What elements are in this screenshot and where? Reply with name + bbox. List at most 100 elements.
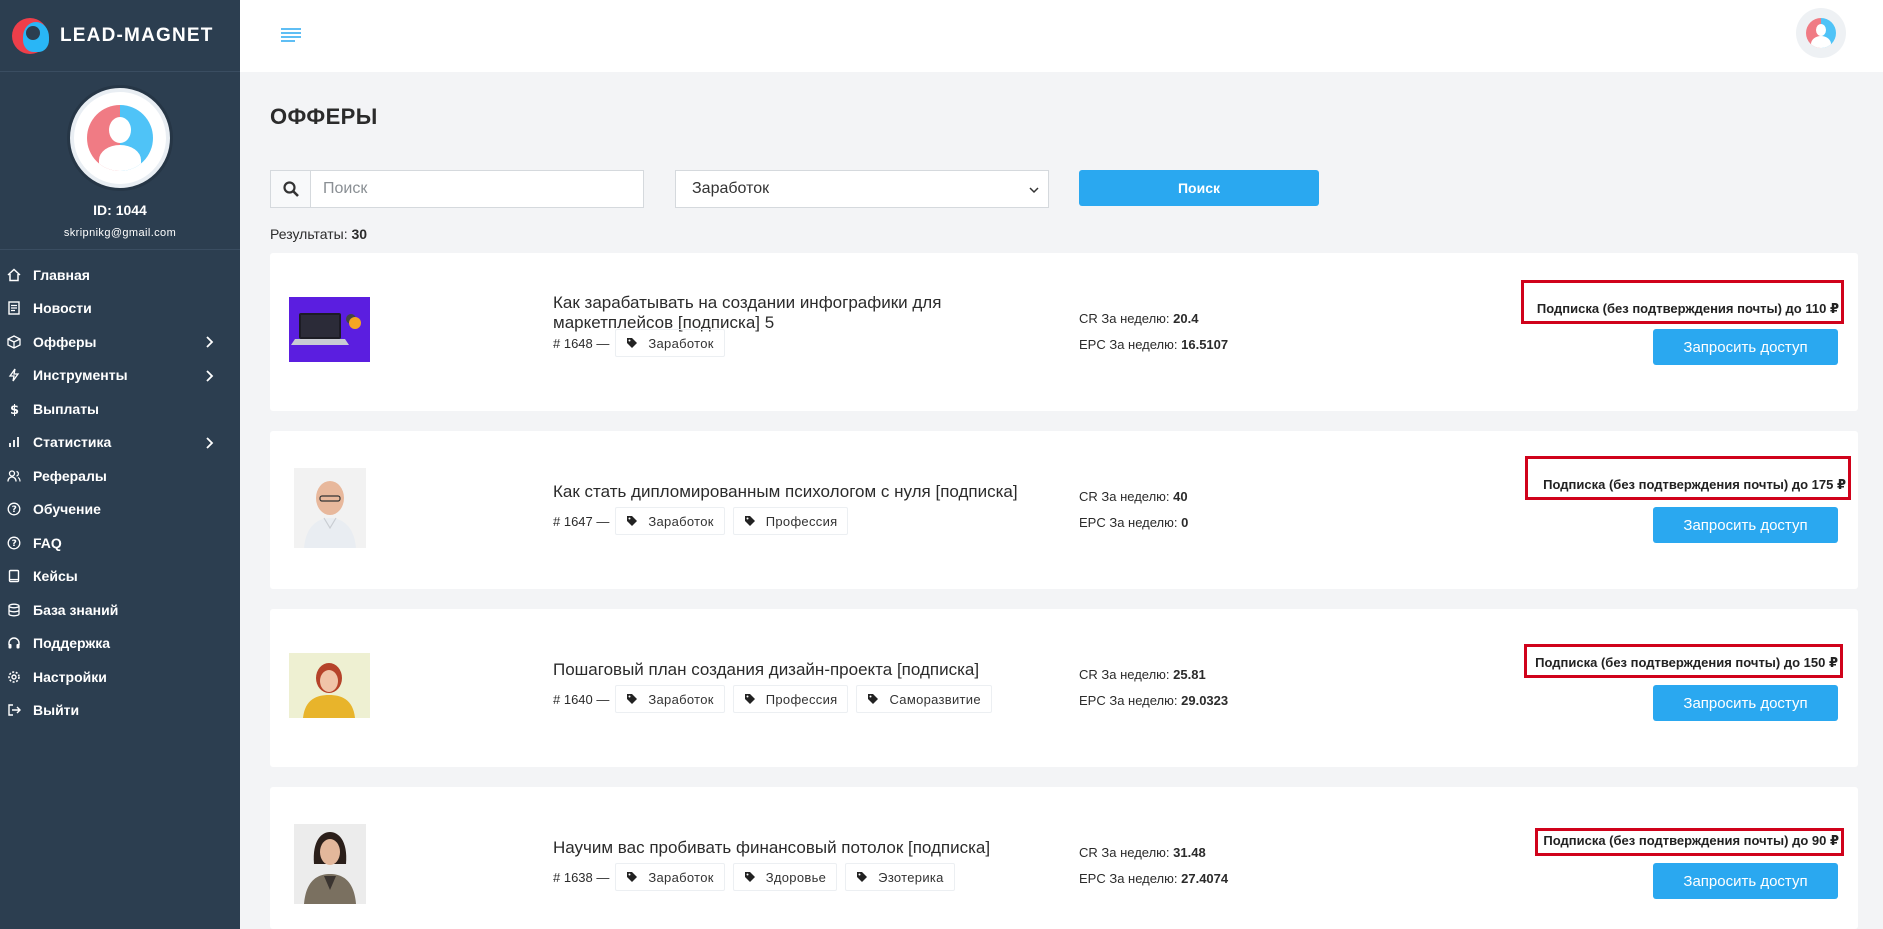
sidebar-item-statistics[interactable]: Статистика: [0, 426, 240, 460]
sidebar-item-label: Инструменты: [33, 367, 128, 384]
sidebar-item-faq[interactable]: ? FAQ: [0, 526, 240, 560]
offer-thumbnail[interactable]: [289, 653, 370, 718]
database-icon: [6, 602, 22, 618]
tag-icon: [744, 516, 755, 526]
user-menu-avatar[interactable]: [1796, 8, 1846, 58]
sidebar-item-referrals[interactable]: Рефералы: [0, 459, 240, 493]
offer-thumbnail[interactable]: [294, 824, 366, 904]
sidebar-item-offers[interactable]: Офферы: [0, 325, 240, 359]
request-access-button[interactable]: Запросить доступ: [1653, 685, 1838, 721]
sidebar-item-payouts[interactable]: $ Выплаты: [0, 392, 240, 426]
offer-number: # 1640 —: [553, 691, 610, 707]
epc-value: 16.5107: [1181, 337, 1229, 352]
offer-tag[interactable]: Профессия: [732, 507, 849, 535]
tag-icon: [627, 872, 638, 882]
user-avatar-icon: [1806, 18, 1836, 48]
sidebar-item-label: Выплаты: [33, 400, 100, 417]
offer-title[interactable]: Научим вас пробивать финансовый потолок …: [553, 838, 1073, 858]
results-count: Результаты: 30: [270, 226, 367, 242]
results-number: 30: [351, 226, 368, 242]
sidebar-item-label: Поддержка: [33, 635, 111, 652]
offer-number: # 1647 —: [553, 513, 610, 529]
sidebar-item-settings[interactable]: Настройки: [0, 660, 240, 694]
offer-tag[interactable]: Заработок: [615, 863, 725, 891]
chevron-down-icon: [1029, 187, 1039, 194]
offer-tag[interactable]: Заработок: [615, 329, 725, 357]
question-circle-icon: ?: [6, 535, 22, 551]
request-access-button[interactable]: Запросить доступ: [1653, 863, 1838, 899]
offer-title[interactable]: Пошаговый план создания дизайн-проекта […: [553, 660, 1073, 680]
avatar[interactable]: [70, 88, 170, 188]
request-access-button[interactable]: Запросить доступ: [1653, 507, 1838, 543]
offer-title[interactable]: Как стать дипломированным психологом с н…: [553, 482, 1073, 502]
tag-icon: [857, 872, 868, 882]
sidebar-item-knowledge-base[interactable]: База знаний: [0, 593, 240, 627]
sidebar-item-support[interactable]: Поддержка: [0, 627, 240, 661]
offer-payout: Подписка (без подтверждения почты) до 11…: [1521, 280, 1844, 324]
offer-meta: # 1640 — Заработок Профессия Саморазвити…: [553, 685, 1000, 713]
sidebar-item-cases[interactable]: Кейсы: [0, 560, 240, 594]
sidebar-nav: Главная Новости Офферы Инструменты $ Вып…: [0, 250, 240, 727]
offer-meta: # 1638 — Заработок Здоровье Эзотерика: [553, 863, 963, 891]
svg-text:$: $: [10, 403, 19, 416]
sidebar-item-logout[interactable]: Выйти: [0, 694, 240, 728]
offer-tag[interactable]: Заработок: [615, 685, 725, 713]
top-bar: [240, 0, 1883, 72]
offer-tag-label: Заработок: [648, 869, 714, 885]
offer-tag-label: Заработок: [648, 691, 714, 707]
cr-value: 25.81: [1173, 667, 1206, 682]
offer-card: Научим вас пробивать финансовый потолок …: [270, 787, 1858, 929]
offer-tag[interactable]: Профессия: [732, 685, 849, 713]
cr-value: 20.4: [1173, 311, 1199, 326]
cr-label: CR За неделю:: [1079, 667, 1170, 682]
offer-meta: # 1647 — Заработок Профессия: [553, 507, 856, 535]
newspaper-icon: [6, 300, 22, 316]
user-id: ID: 1044: [93, 202, 147, 218]
bar-chart-icon: [6, 434, 22, 450]
book-icon: [6, 568, 22, 584]
sidebar-item-learning[interactable]: ? Обучение: [0, 493, 240, 527]
cr-label: CR За неделю:: [1079, 311, 1170, 326]
cr-label: CR За неделю:: [1079, 845, 1170, 860]
search-group: [270, 170, 644, 208]
offer-tag[interactable]: Заработок: [615, 507, 725, 535]
headphones-icon: [6, 635, 22, 651]
epc-label: EPC За неделю:: [1079, 693, 1178, 708]
bolt-icon: [6, 367, 22, 383]
sidebar-item-label: FAQ: [33, 534, 62, 551]
offer-payout: Подписка (без подтверждения почты) до 17…: [1525, 456, 1851, 500]
sidebar-item-label: Новости: [33, 300, 92, 317]
offer-card: Как стать дипломированным психологом с н…: [270, 431, 1858, 589]
search-button[interactable]: Поиск: [1079, 170, 1319, 206]
offer-tag[interactable]: Эзотерика: [845, 863, 955, 891]
chevron-right-icon: [206, 336, 214, 348]
offer-thumbnail[interactable]: [294, 468, 366, 548]
offer-tag[interactable]: Саморазвитие: [856, 685, 992, 713]
sidebar-item-news[interactable]: Новости: [0, 292, 240, 326]
request-access-button[interactable]: Запросить доступ: [1653, 329, 1838, 365]
tag-icon: [627, 516, 638, 526]
svg-text:?: ?: [12, 539, 17, 549]
search-input[interactable]: [311, 171, 643, 207]
svg-text:?: ?: [12, 505, 17, 515]
offer-cr: CR За неделю: 40: [1079, 489, 1188, 504]
offer-title[interactable]: Как зарабатывать на создании инфографики…: [553, 293, 1013, 333]
offer-number: # 1638 —: [553, 869, 610, 885]
chevron-right-icon: [206, 369, 214, 382]
user-profile: ID: 1044 skripnikg@gmail.com: [0, 72, 240, 250]
offer-tag[interactable]: Здоровье: [732, 863, 838, 891]
logout-icon: [6, 702, 22, 718]
cr-label: CR За неделю:: [1079, 489, 1170, 504]
epc-label: EPC За неделю:: [1079, 515, 1178, 530]
search-addon: [271, 171, 311, 207]
offer-thumbnail[interactable]: [289, 297, 370, 362]
offer-tag-label: Саморазвитие: [889, 691, 981, 707]
offer-tag-label: Здоровье: [765, 869, 827, 885]
brand-logo[interactable]: LEAD-MAGNET: [0, 0, 240, 72]
category-select[interactable]: Заработок: [675, 170, 1049, 208]
sidebar-item-tools[interactable]: Инструменты: [0, 359, 240, 393]
menu-icon[interactable]: [280, 27, 302, 43]
results-label: Результаты:: [270, 226, 348, 242]
offer-card: Пошаговый план создания дизайн-проекта […: [270, 609, 1858, 767]
sidebar-item-home[interactable]: Главная: [0, 258, 240, 292]
